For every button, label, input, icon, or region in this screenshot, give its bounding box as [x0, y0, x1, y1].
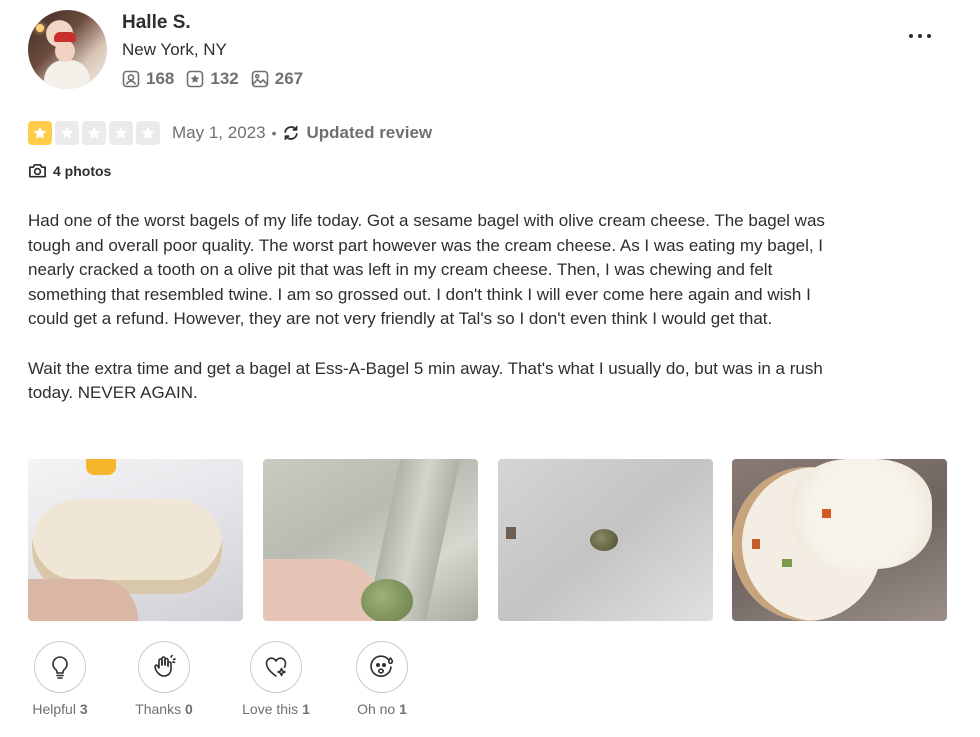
review-date: May 1, 2023: [172, 123, 266, 142]
thanks-button[interactable]: Thanks 0: [131, 641, 197, 717]
love-this-label: Love this 1: [242, 701, 310, 717]
star-icon: [33, 126, 47, 139]
user-location: New York, NY: [122, 40, 227, 59]
star-empty: [136, 121, 160, 145]
dot-icon: [927, 34, 931, 38]
rating-row: May 1, 2023 • Updated review: [28, 121, 432, 145]
reaction-circle: [138, 641, 190, 693]
photo-olive-pit: [590, 529, 618, 551]
helpful-button[interactable]: Helpful 3: [28, 641, 92, 717]
reaction-label: Love this: [242, 701, 299, 717]
separator: •: [271, 125, 277, 141]
sweat-face-icon: [370, 655, 394, 677]
avatar-hat: [54, 32, 76, 42]
photo-olive: [361, 579, 413, 621]
oh-no-label: Oh no 1: [357, 701, 407, 717]
reaction-count: 0: [185, 701, 193, 717]
reaction-label: Thanks: [135, 701, 182, 717]
reaction-label: Helpful: [32, 701, 76, 717]
photos-count: 267: [274, 69, 304, 88]
star-icon: [60, 126, 74, 139]
star-icon: [87, 126, 101, 139]
love-this-button[interactable]: Love this 1: [236, 641, 316, 717]
lightbulb-icon: [52, 656, 68, 679]
avatar-body: [44, 60, 90, 89]
star-rating: [28, 121, 160, 145]
star-icon: [141, 126, 155, 139]
updated-review-link[interactable]: Updated review: [282, 123, 432, 143]
review-paragraph: Had one of the worst bagels of my life t…: [28, 211, 825, 329]
review-photo-3[interactable]: [498, 459, 713, 621]
dot-icon: [918, 34, 922, 38]
photo-topping: [752, 539, 760, 549]
star-icon: [114, 126, 128, 139]
image-icon: [251, 70, 269, 88]
star-empty: [55, 121, 79, 145]
review-text: Had one of the worst bagels of my life t…: [28, 209, 838, 406]
oh-no-button[interactable]: Oh no 1: [352, 641, 412, 717]
review-paragraph: Wait the extra time and get a bagel at E…: [28, 358, 823, 403]
reaction-count: 3: [79, 701, 88, 717]
avatar-face: [55, 40, 75, 62]
friends-stat: 168: [122, 69, 174, 89]
photo-cream-cheese: [792, 459, 932, 569]
reaction-circle: [356, 641, 408, 693]
photos-link[interactable]: 4 photos: [28, 161, 111, 180]
clapping-hands-icon: [154, 654, 176, 677]
review-photo-4[interactable]: [732, 459, 947, 621]
review-card: Halle S. New York, NY 168 132 267 May 1,…: [0, 0, 980, 737]
reaction-circle: [250, 641, 302, 693]
reaction-count: 1: [399, 701, 407, 717]
refresh-icon: [284, 125, 299, 141]
heart-sparkle-icon: [265, 657, 287, 677]
user-avatar[interactable]: [28, 10, 107, 89]
review-photo-2[interactable]: [263, 459, 478, 621]
star-empty: [109, 121, 133, 145]
photo-topping: [822, 509, 831, 518]
helpful-label: Helpful 3: [32, 701, 87, 717]
photo-juice: [86, 459, 116, 475]
photo-crumb: [506, 527, 516, 539]
review-star-icon: [187, 70, 204, 88]
star-filled: [28, 121, 52, 145]
camera-icon: [29, 163, 46, 178]
reaction-count: 1: [302, 701, 310, 717]
reaction-label: Oh no: [357, 701, 396, 717]
updated-review-label: Updated review: [306, 123, 433, 142]
review-photo-1[interactable]: [28, 459, 243, 621]
user-stats: 168 132 267: [122, 69, 303, 89]
friends-icon: [122, 70, 140, 88]
reviews-stat: 132: [186, 69, 239, 89]
more-options-button[interactable]: [909, 26, 937, 46]
photos-stat: 267: [251, 69, 303, 89]
dot-icon: [909, 34, 913, 38]
avatar-lamp: [36, 24, 44, 32]
thanks-label: Thanks 0: [135, 701, 193, 717]
star-empty: [82, 121, 106, 145]
photo-topping: [782, 559, 792, 567]
reviews-count: 132: [210, 69, 239, 88]
reaction-circle: [34, 641, 86, 693]
user-name[interactable]: Halle S.: [122, 12, 191, 34]
friends-count: 168: [146, 69, 175, 88]
photos-link-label: 4 photos: [53, 162, 112, 179]
